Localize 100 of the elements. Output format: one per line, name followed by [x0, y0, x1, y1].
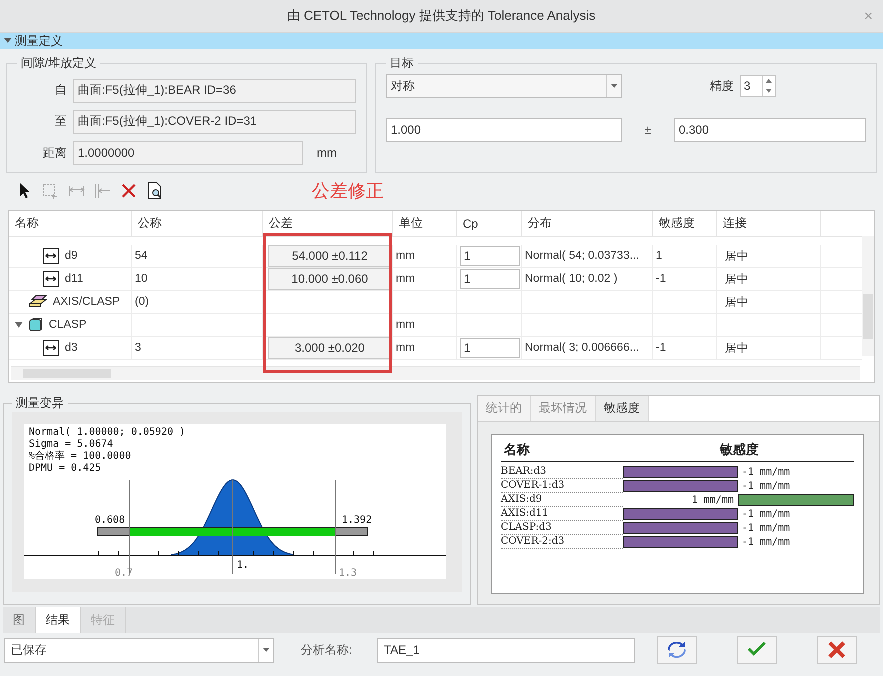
sensitivity-value: -1 mm/mm [741, 508, 792, 520]
expand-triangle-icon[interactable] [15, 321, 23, 329]
axis-label: 1. [237, 560, 250, 571]
unit-text: mm [317, 146, 337, 160]
annotation-text: 公差修正 [312, 180, 384, 203]
cube-icon [29, 318, 43, 332]
cp-field[interactable]: 1 [460, 338, 520, 358]
sensitivity-value: -1 mm/mm [741, 466, 792, 478]
unit-text: mm [396, 319, 416, 331]
column-header: 公称 [138, 215, 162, 232]
distribution-text: Normal( 54; 0.03733... [525, 250, 640, 262]
cp-field[interactable]: 1 [460, 246, 520, 266]
statistic-line: %合格率 = 100.0000 [29, 451, 132, 462]
connection-text: 居中 [725, 296, 749, 310]
group-title: 间隙/堆放定义 [20, 55, 98, 72]
column-header: 名称 [504, 441, 530, 459]
down-arrow-icon [766, 89, 772, 93]
lower-value: 0.608 [95, 515, 126, 526]
precision-spinner[interactable]: 3 [740, 75, 776, 97]
column-header: 连接 [723, 215, 747, 232]
row-name: d9 [65, 250, 78, 262]
statistic-line: Sigma = 5.0674 [29, 439, 114, 450]
column-header: 敏感度 [720, 441, 759, 459]
unit-text: mm [396, 342, 416, 354]
up-arrow-icon [766, 79, 772, 83]
row-name: CLASP [49, 319, 87, 331]
sensitivity-value: -1 mm/mm [741, 522, 792, 534]
mode-dropdown[interactable]: 对称 [386, 74, 622, 98]
dimension-icon [43, 248, 59, 264]
view-tab[interactable]: 结果 [36, 607, 81, 633]
horizontal-scrollbar[interactable] [11, 366, 860, 380]
nominal-value: 54 [135, 250, 148, 262]
field-label: 至 [54, 113, 68, 130]
sensitivity-value: -1 mm/mm [741, 480, 792, 492]
sensitivity-value: -1 [656, 342, 666, 354]
sensitivity-value: -1 [656, 273, 666, 285]
tolerance-field[interactable]: 54.000 ±0.112 [268, 245, 392, 267]
row-name: AXIS/CLASP [53, 296, 120, 308]
check-icon [747, 642, 767, 658]
column-header: Cp [463, 216, 478, 230]
statistic-line: Normal( 1.00000; 0.05920 ) [29, 427, 186, 438]
tolerance-field[interactable]: 0.300 [674, 118, 866, 142]
unit-text: mm [396, 273, 416, 285]
distribution-text: Normal( 10; 0.02 ) [525, 273, 618, 285]
group-title: 目标 [389, 55, 415, 72]
refresh-icon [667, 642, 687, 658]
axis-label: 1.3 [339, 568, 358, 579]
field-label: 精度 [710, 78, 734, 94]
nominal-value: (0) [135, 296, 150, 308]
row-name: d3 [65, 342, 78, 354]
nominal-field[interactable]: 1.000 [386, 118, 622, 142]
nominal-value: 3 [135, 342, 142, 354]
unit-text: mm [396, 250, 416, 262]
column-header: 敏感度 [659, 215, 695, 232]
sensitivity-value: 1 mm/mm [690, 494, 735, 506]
column-header: 分布 [528, 215, 552, 232]
reference-field[interactable]: 曲面:F5(拉伸_1):COVER-2 ID=31 [73, 110, 356, 134]
dimension-name: AXIS:d9 [501, 494, 623, 506]
column-header: 公差 [269, 215, 293, 232]
section-title: 测量定义 [15, 32, 63, 50]
connection-text: 居中 [725, 250, 749, 264]
connection-text: 居中 [725, 342, 749, 356]
analysis-name-field[interactable]: TAE_1 [377, 638, 635, 662]
distance-field[interactable]: 1.0000000 [73, 141, 303, 166]
delete-icon[interactable] [120, 182, 138, 200]
column-header: 名称 [15, 215, 39, 232]
collapse-triangle-icon[interactable] [4, 38, 12, 44]
upper-value: 1.392 [342, 515, 372, 526]
axis-label: 0.7 [115, 568, 134, 579]
close-icon [828, 641, 846, 659]
distribution-text: Normal( 3; 0.006666... [525, 342, 640, 354]
tolerance-field[interactable]: 10.000 ±0.060 [268, 268, 392, 290]
statistic-line: DPMU = 0.425 [29, 463, 102, 474]
group-title: 测量变异 [15, 395, 65, 412]
ok-button[interactable] [737, 636, 777, 664]
refresh-button[interactable] [657, 636, 697, 664]
row-name: d11 [65, 273, 84, 285]
cancel-button[interactable] [817, 636, 857, 664]
cp-field[interactable]: 1 [460, 269, 520, 289]
column-header: 单位 [399, 215, 423, 232]
dimension-icon [43, 340, 59, 356]
reference-field[interactable]: 曲面:F5(拉伸_1):BEAR ID=36 [73, 78, 356, 103]
stacked-plates-icon [29, 295, 47, 309]
status-dropdown[interactable]: 已保存 [4, 638, 274, 662]
field-label: 距离 [42, 144, 68, 162]
tolerance-field[interactable]: 3.000 ±0.020 [268, 337, 392, 359]
nominal-value: 10 [135, 273, 148, 285]
dimension-icon [43, 271, 59, 287]
caret-icon [610, 84, 618, 88]
caret-icon [262, 648, 270, 652]
result-tab[interactable]: 敏感度 [596, 396, 649, 421]
field-label: 自 [54, 82, 68, 100]
vertical-scrollbar[interactable] [862, 236, 874, 356]
sensitivity-value: -1 mm/mm [741, 536, 792, 548]
preview-icon[interactable] [146, 182, 164, 200]
connection-text: 居中 [725, 272, 749, 286]
plus-minus-sign: ± [644, 123, 652, 137]
field-label: 分析名称: [301, 642, 354, 658]
window-title: 由 CETOL Technology 提供支持的 Tolerance Analysis [287, 7, 596, 25]
sensitivity-value: 1 [656, 250, 662, 262]
